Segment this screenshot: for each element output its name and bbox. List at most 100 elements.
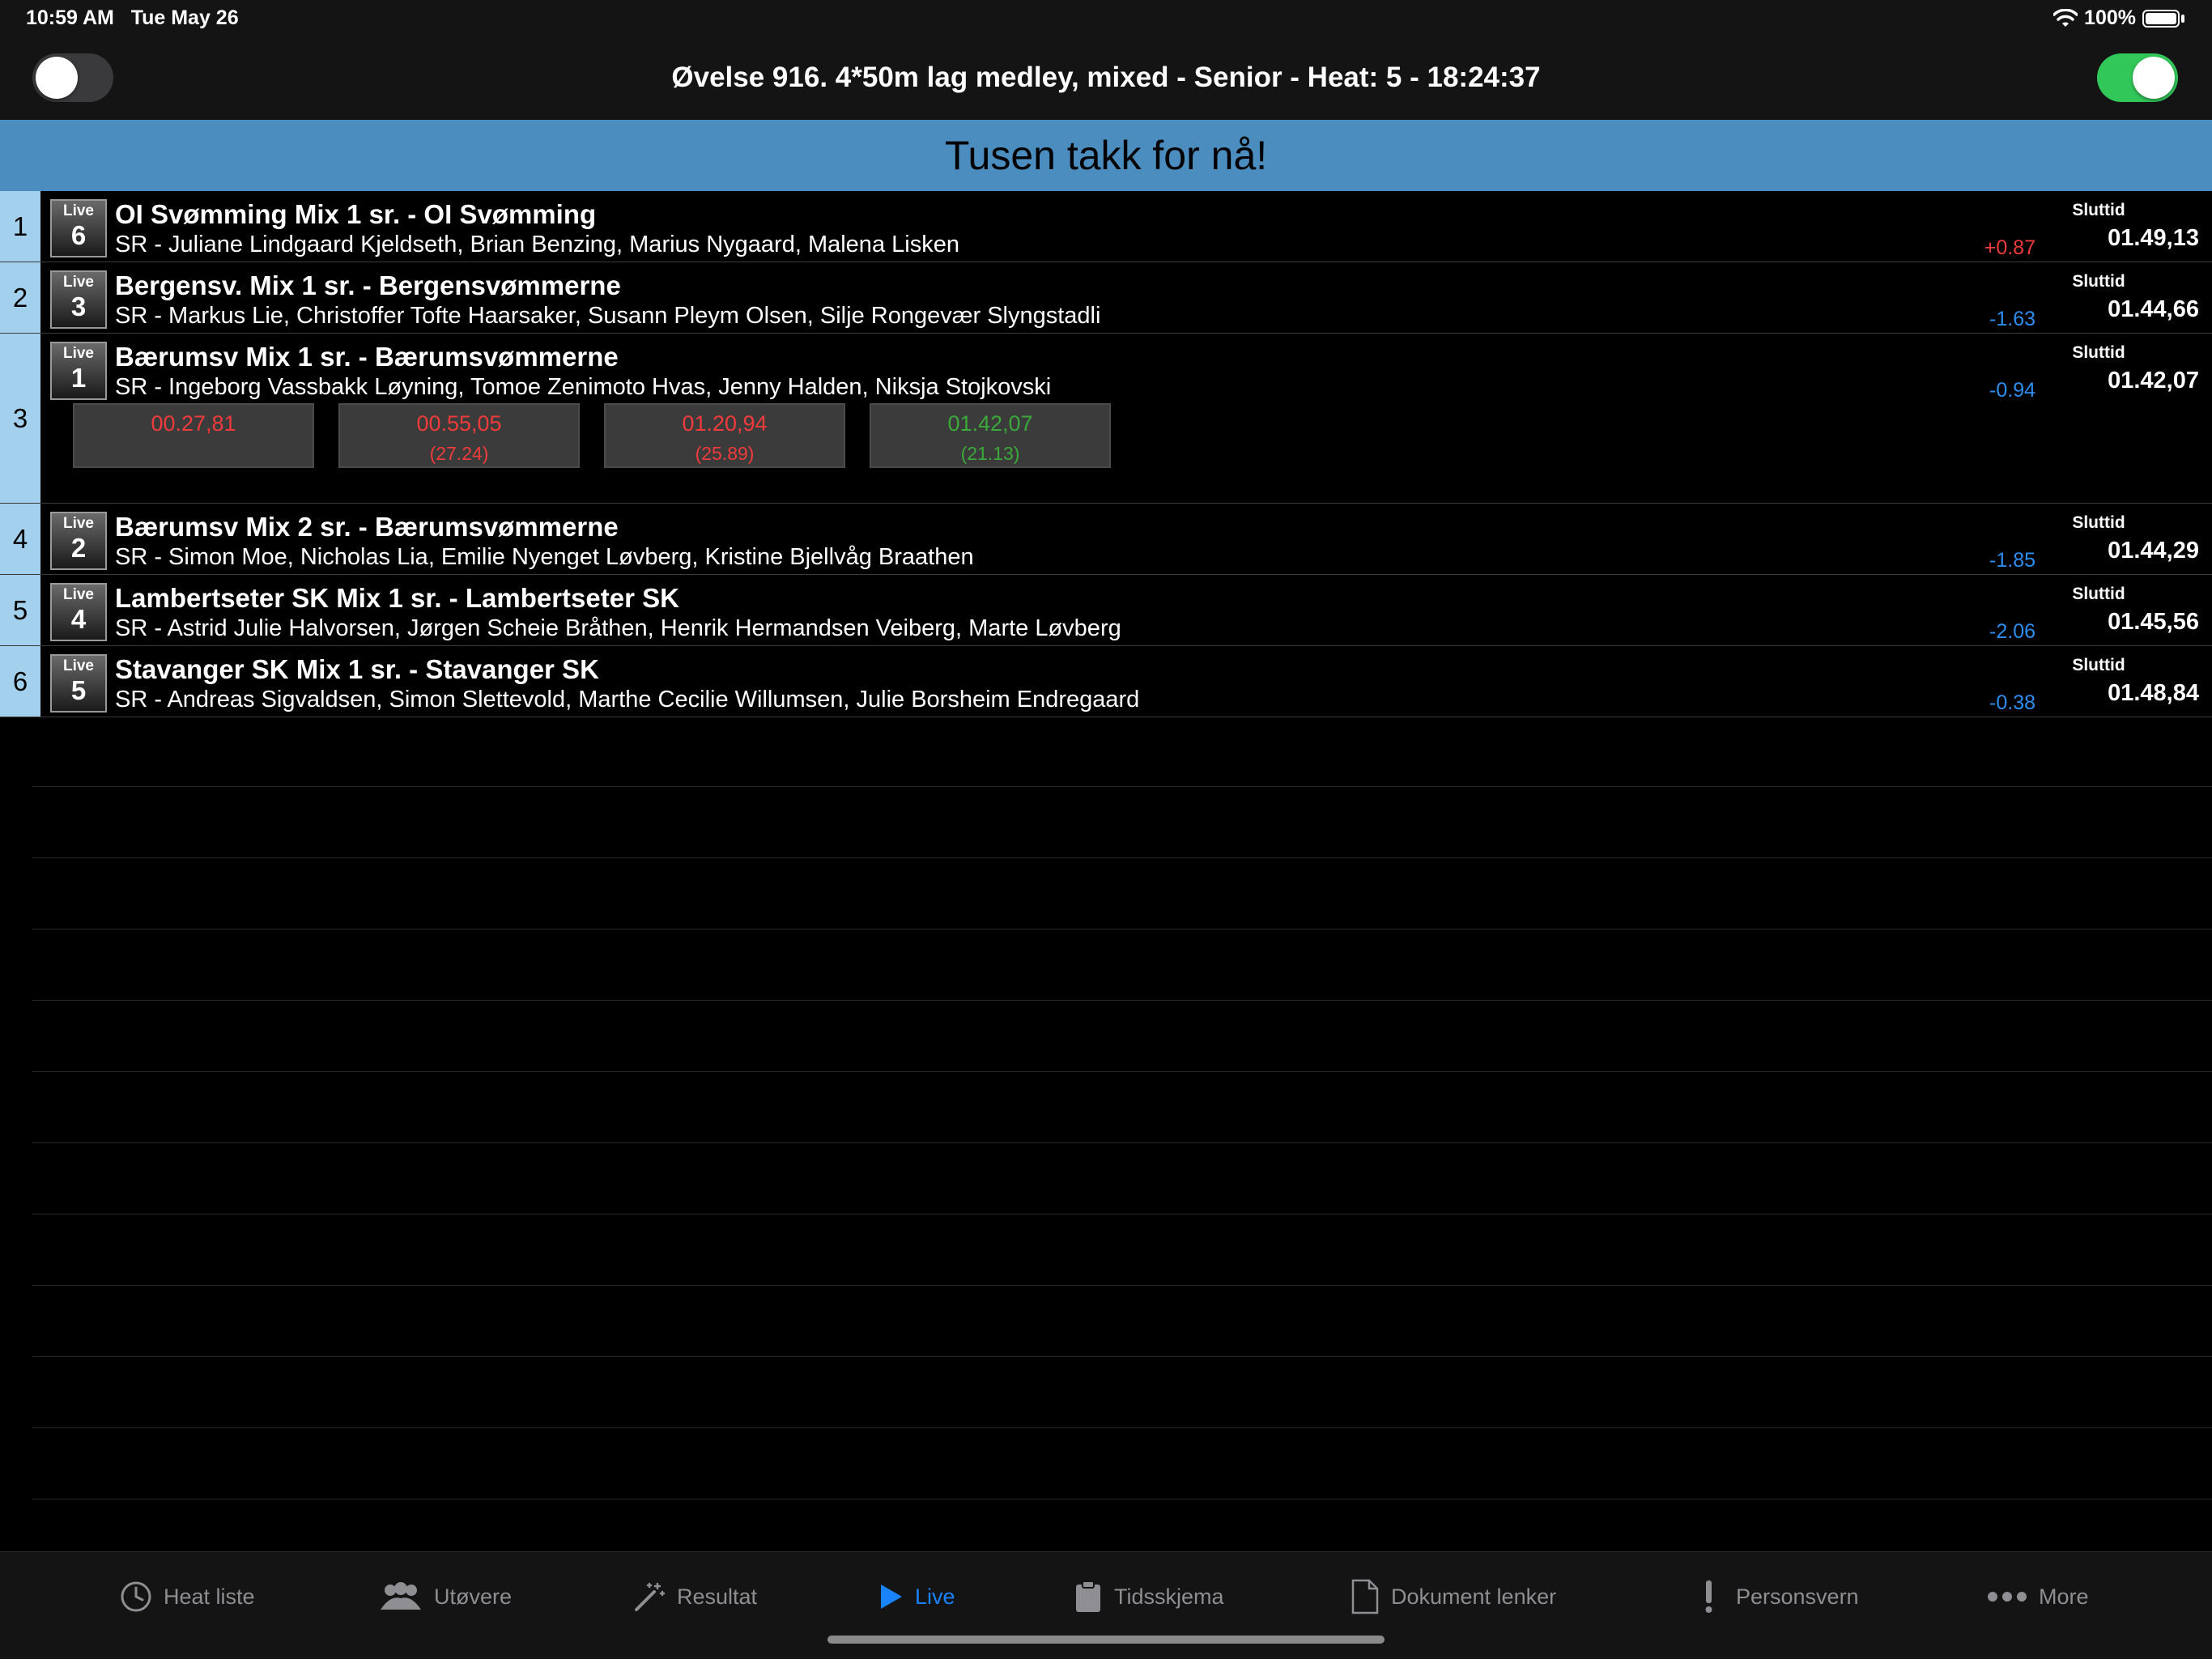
split-time: 00.55,05 <box>416 411 502 436</box>
empty-row <box>32 1214 2212 1286</box>
exclamation-icon <box>1705 1580 1712 1613</box>
tab-utovere[interactable]: Utøvere <box>379 1576 512 1617</box>
final-time: 01.45,56 <box>2108 609 2199 635</box>
tab-label: Resultat <box>677 1584 758 1609</box>
home-indicator[interactable] <box>827 1636 1385 1644</box>
results-list: 1 Live 6 OI Svømming Mix 1 sr. - OI Svømm… <box>0 191 2212 717</box>
time-difference: -1.63 <box>1989 308 2035 330</box>
place-number: 5 <box>0 575 40 645</box>
clipboard-icon <box>1076 1580 1100 1612</box>
split-lap: (25.89) <box>695 443 755 464</box>
lane-badge: Live 6 <box>50 199 107 257</box>
lane-number: 5 <box>70 675 87 705</box>
battery-cap <box>2181 14 2184 23</box>
final-time-label: Sluttid <box>2072 201 2125 219</box>
table-row[interactable]: 1 Live 6 OI Svømming Mix 1 sr. - OI Svømm… <box>0 191 2212 262</box>
team-name: Bærumsv Mix 2 sr. - Bærumsvømmerne <box>115 512 619 542</box>
magic-wand-icon <box>635 1582 666 1611</box>
empty-row <box>32 787 2212 858</box>
more-icon <box>1988 1592 2027 1602</box>
status-indicators: 100% <box>2053 6 2184 30</box>
battery-icon <box>2142 9 2180 28</box>
tab-live[interactable]: Live <box>879 1576 955 1617</box>
final-time: 01.48,84 <box>2108 680 2199 706</box>
clock-time: 10:59 AM <box>26 6 114 29</box>
final-time: 01.44,29 <box>2108 538 2199 564</box>
status-bar: 10:59 AM Tue May 26 100% <box>0 0 2212 39</box>
event-title: Øvelse 916. 4*50m lag medley, mixed - Se… <box>671 62 1541 93</box>
tab-tidsskjema[interactable]: Tidsskjema <box>1074 1576 1224 1617</box>
live-label: Live <box>62 274 95 291</box>
tab-resultat[interactable]: Resultat <box>633 1576 757 1617</box>
nav-bar: Øvelse 916. 4*50m lag medley, mixed - Se… <box>0 39 2212 120</box>
swimmer-list: SR - Ingeborg Vassbakk Løyning, Tomoe Ze… <box>115 374 1052 400</box>
table-row-expanded[interactable]: 3 Live 1 Bærumsv Mix 1 sr. - Bærumsvømmer… <box>0 334 2212 504</box>
empty-row <box>32 929 2212 1001</box>
split-box: 01.42,07 (21.13) <box>870 403 1111 468</box>
time-difference: -1.85 <box>1989 549 2035 572</box>
tab-heat-liste[interactable]: Heat liste <box>120 1576 255 1617</box>
table-row[interactable]: 5 Live 4 Lambertseter SK Mix 1 sr. - Lamb… <box>0 575 2212 646</box>
empty-row <box>32 1072 2212 1143</box>
table-row[interactable]: 6 Live 5 Stavanger SK Mix 1 sr. - Stavang… <box>0 646 2212 717</box>
time-difference: -0.94 <box>1989 379 2035 402</box>
place-number: 3 <box>0 334 40 503</box>
live-label: Live <box>62 657 95 674</box>
lane-number: 6 <box>70 220 87 250</box>
time-difference: -2.06 <box>1989 620 2035 643</box>
table-row[interactable]: 4 Live 2 Bærumsv Mix 2 sr. - Bærumsvømmer… <box>0 504 2212 575</box>
split-box: 00.27,81 <box>73 403 314 468</box>
place-number: 6 <box>0 646 40 717</box>
lane-number: 1 <box>70 363 87 393</box>
final-time: 01.44,66 <box>2108 296 2199 322</box>
swimmer-list: SR - Markus Lie, Christoffer Tofte Haars… <box>115 303 1101 329</box>
wifi-icon <box>2053 8 2078 27</box>
empty-row <box>32 1286 2212 1357</box>
split-lap: (21.13) <box>960 443 1020 464</box>
tab-dokument-lenker[interactable]: Dokument lenker <box>1351 1576 1556 1617</box>
final-time: 01.42,07 <box>2108 368 2199 393</box>
toggle-knob <box>2133 57 2175 99</box>
team-name: Stavanger SK Mix 1 sr. - Stavanger SK <box>115 654 599 684</box>
lane-number: 2 <box>70 533 87 563</box>
team-name: OI Svømming Mix 1 sr. - OI Svømming <box>115 199 597 229</box>
empty-row <box>32 1001 2212 1072</box>
live-label: Live <box>62 202 95 219</box>
split-time: 01.42,07 <box>947 411 1033 436</box>
table-row[interactable]: 2 Live 3 Bergensv. Mix 1 sr. - Bergensvøm… <box>0 262 2212 334</box>
lane-number: 3 <box>70 291 87 321</box>
right-toggle-switch[interactable] <box>2097 53 2178 102</box>
lane-badge: Live 1 <box>50 342 107 400</box>
place-number: 4 <box>0 504 40 574</box>
split-box: 01.20,94 (25.89) <box>604 403 845 468</box>
tab-label: Dokument lenker <box>1391 1584 1557 1609</box>
battery-percentage: 100% <box>2084 6 2136 29</box>
live-label: Live <box>62 515 95 532</box>
swimmer-list: SR - Andreas Sigvaldsen, Simon Slettevol… <box>115 687 1140 713</box>
lane-badge: Live 2 <box>50 512 107 570</box>
play-icon <box>881 1585 902 1609</box>
split-time: 01.20,94 <box>682 411 768 436</box>
document-icon <box>1351 1579 1379 1614</box>
tab-label: Heat liste <box>164 1584 255 1609</box>
tab-label: Tidsskjema <box>1114 1584 1224 1609</box>
final-time-label: Sluttid <box>2072 272 2125 291</box>
tab-label: Utøvere <box>434 1584 513 1609</box>
empty-row <box>32 1357 2212 1428</box>
team-name: Lambertseter SK Mix 1 sr. - Lambertseter… <box>115 583 679 613</box>
lane-number: 4 <box>70 604 87 634</box>
split-box: 00.55,05 (27.24) <box>338 403 580 468</box>
final-time: 01.49,13 <box>2108 225 2199 251</box>
empty-list-area <box>32 716 2212 1499</box>
lane-badge: Live 3 <box>50 270 107 329</box>
time-difference: +0.87 <box>1984 236 2035 259</box>
empty-row <box>32 858 2212 929</box>
swimmer-list: SR - Simon Moe, Nicholas Lia, Emilie Nye… <box>115 544 974 570</box>
tab-more[interactable]: More <box>1987 1576 2089 1617</box>
team-name: Bergensv. Mix 1 sr. - Bergensvømmerne <box>115 270 621 300</box>
empty-row <box>32 1143 2212 1214</box>
split-time: 00.27,81 <box>151 411 236 436</box>
clock-date: Tue May 26 <box>130 6 239 29</box>
tab-personsvern[interactable]: Personsvern <box>1692 1576 1859 1617</box>
split-times: 00.27,81 00.55,05 (27.24) 01.20,94 (25.89)… <box>73 403 1111 468</box>
